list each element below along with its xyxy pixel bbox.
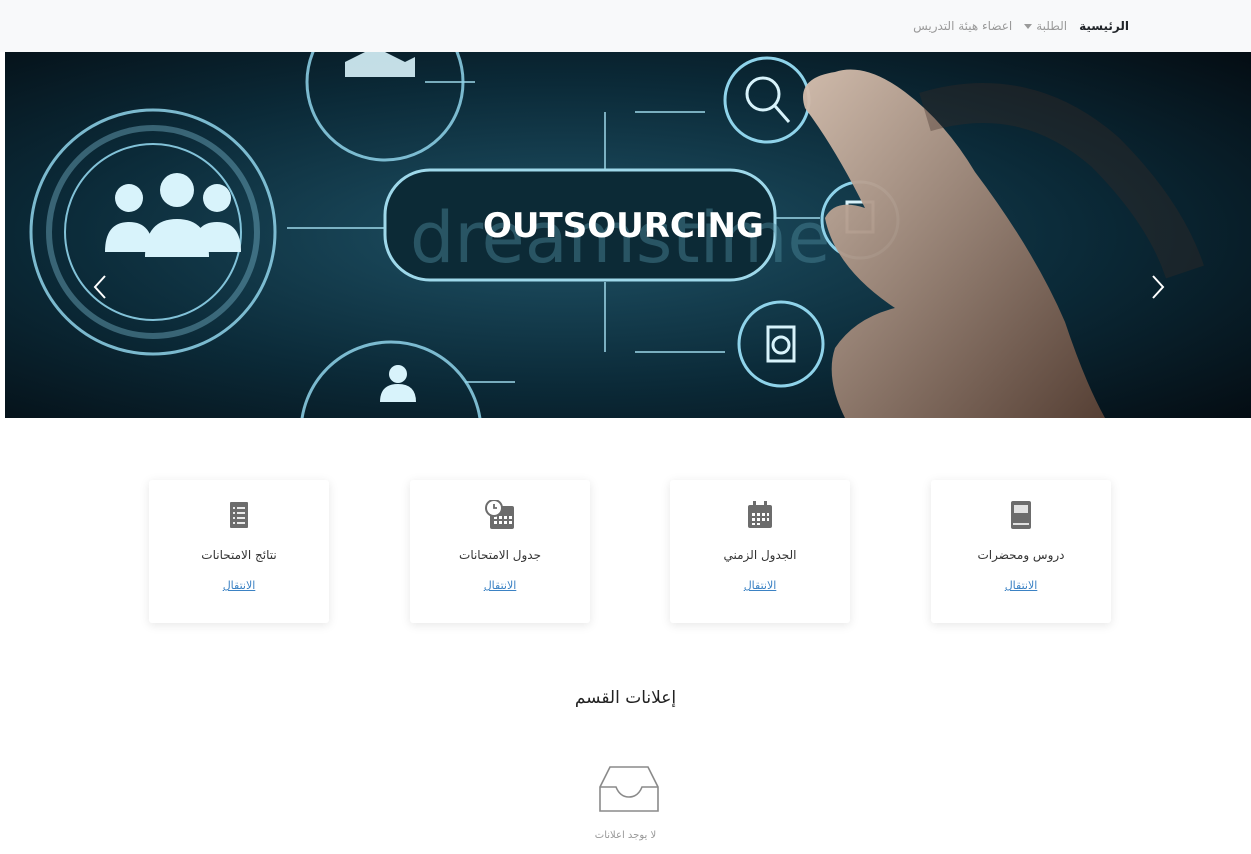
caret-down-icon <box>1024 23 1033 29</box>
announcements-empty-text: لا يوجد اعلانات <box>594 830 657 841</box>
nav-home[interactable]: الرئيسية <box>1079 19 1129 33</box>
card-lessons: دروس ومحضرات الانتقال <box>931 480 1111 623</box>
nav-students-dropdown[interactable]: الطلبة <box>1024 19 1067 33</box>
book-icon <box>1010 499 1032 531</box>
card-go-link[interactable]: الانتقال <box>1005 579 1038 592</box>
carousel-prev-button[interactable] <box>85 262 115 312</box>
document-icon <box>229 499 249 531</box>
quick-links: دروس ومحضرات الانتقال الجدول الزمني الان… <box>0 480 1251 625</box>
card-title: الجدول الزمني <box>723 548 797 562</box>
announcements-title: إعلانات القسم <box>574 688 677 708</box>
svg-text:OUTSOURCING: OUTSOURCING <box>483 206 764 246</box>
card-title: دروس ومحضرات <box>977 548 1065 562</box>
card-go-link[interactable]: الانتقال <box>484 579 517 592</box>
card-title: نتائج الامتحانات <box>201 548 277 562</box>
calendar-clock-icon <box>485 499 515 531</box>
calendar-icon <box>747 499 773 531</box>
inbox-icon <box>598 765 660 817</box>
hero-carousel: dreamstime OUTSOURCING <box>5 52 1251 418</box>
card-title: جدول الامتحانات <box>459 548 541 562</box>
carousel-next-button[interactable] <box>1143 262 1173 312</box>
nav-faculty[interactable]: اعضاء هيئة التدريس <box>913 19 1012 33</box>
hero-image: dreamstime OUTSOURCING <box>5 52 1251 418</box>
card-exam-schedule: جدول الامتحانات الانتقال <box>410 480 590 623</box>
card-go-link[interactable]: الانتقال <box>223 579 256 592</box>
chevron-right-icon <box>1152 275 1165 299</box>
top-navbar: الرئيسية الطلبة اعضاء هيئة التدريس <box>0 0 1251 52</box>
chevron-left-icon <box>93 275 106 299</box>
nav-students-label: الطلبة <box>1036 19 1068 33</box>
card-go-link[interactable]: الانتقال <box>744 579 777 592</box>
card-timetable: الجدول الزمني الانتقال <box>670 480 850 623</box>
card-exam-results: نتائج الامتحانات الانتقال <box>149 480 329 623</box>
